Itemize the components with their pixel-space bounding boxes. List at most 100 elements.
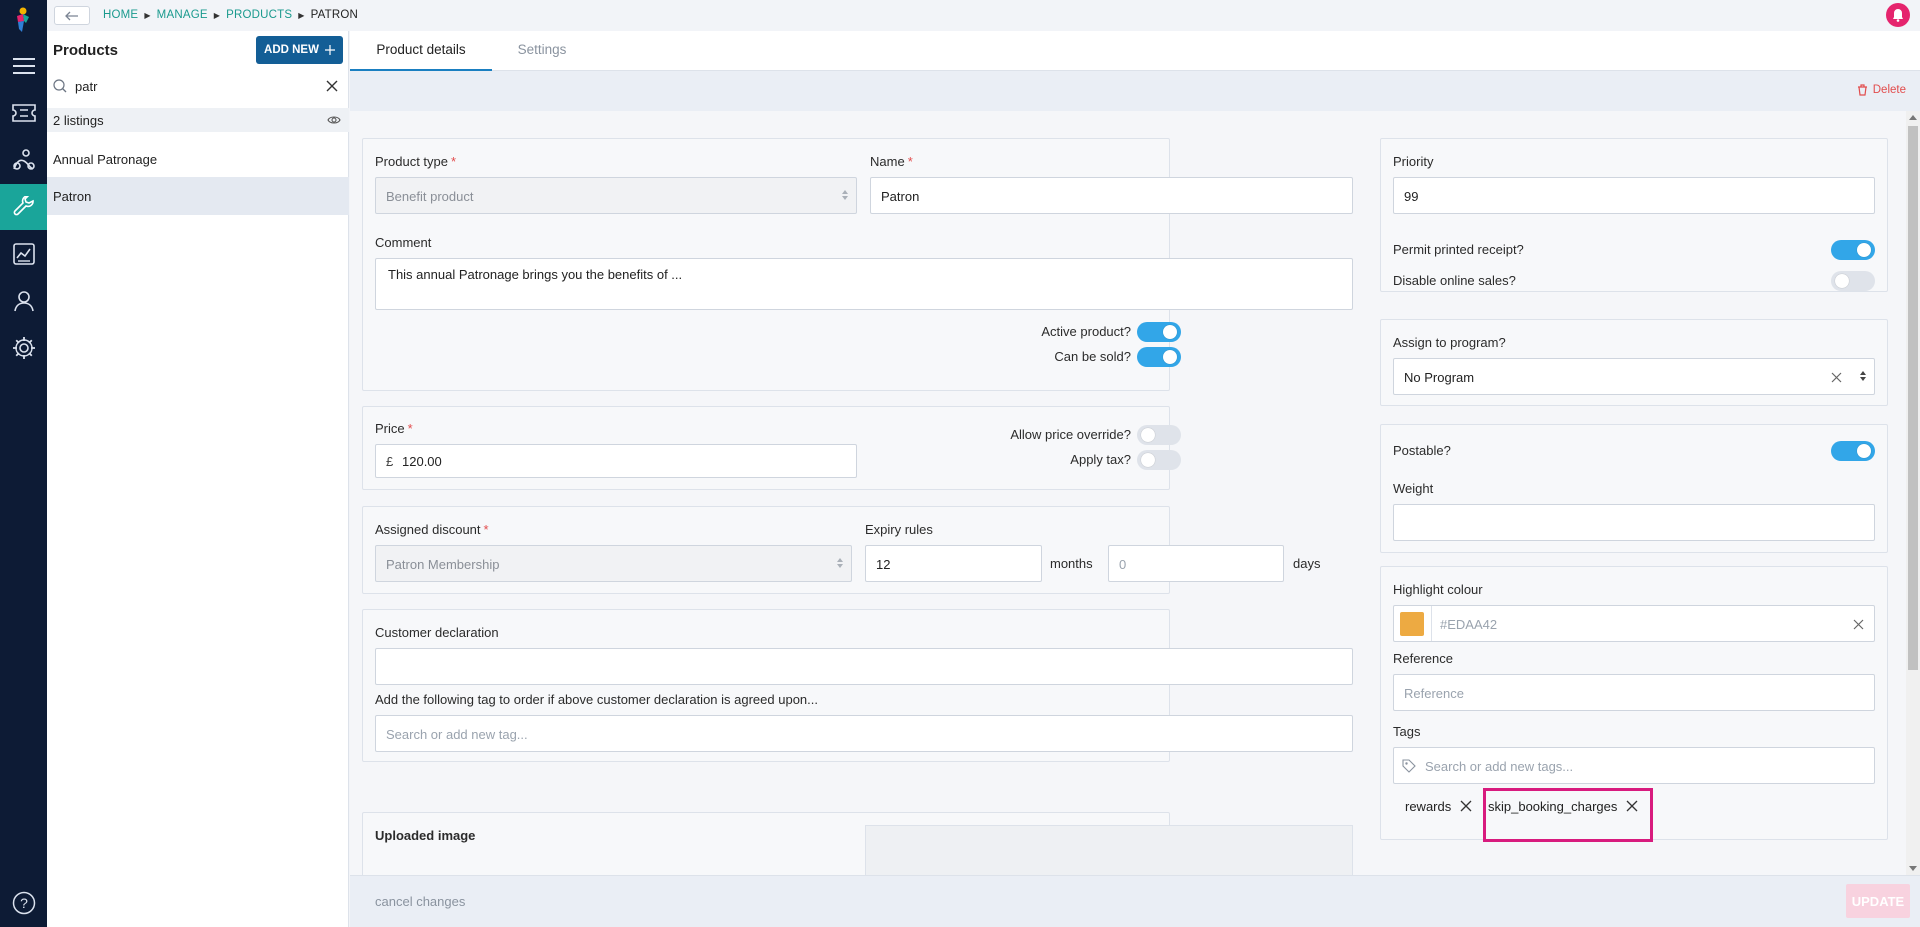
product-type-label: Product type *	[375, 154, 456, 169]
program-card: Assign to program? No Program	[1380, 319, 1888, 406]
notification-bell-icon[interactable]	[1886, 3, 1910, 27]
can-be-sold-label: Can be sold?	[1054, 349, 1131, 364]
list-header: Products ADD NEW	[47, 31, 349, 71]
tags-input[interactable]: Search or add new tags...	[1393, 747, 1875, 784]
required-marker: *	[483, 522, 489, 537]
apply-tax-toggle[interactable]	[1137, 450, 1181, 470]
search-input[interactable]	[75, 75, 305, 97]
currency-symbol: £	[386, 454, 394, 469]
reference-field[interactable]: Reference	[1393, 674, 1875, 711]
disable-online-label: Disable online sales?	[1393, 273, 1516, 288]
user-icon[interactable]	[0, 278, 47, 324]
highlight-outline	[1483, 788, 1653, 842]
assign-program-value: No Program	[1404, 370, 1475, 385]
apply-tax-label: Apply tax?	[1070, 452, 1131, 467]
discount-card: Assigned discount * Patron Membership Exp…	[362, 506, 1320, 594]
clear-program-icon[interactable]	[1831, 372, 1842, 383]
expiry-days-placeholder: 0	[1119, 557, 1127, 572]
trash-icon	[1857, 84, 1867, 96]
scroll-down-icon[interactable]	[1909, 866, 1917, 871]
tag-chip: rewards	[1405, 795, 1472, 817]
permit-receipt-toggle[interactable]	[1831, 240, 1875, 260]
activity-icon[interactable]	[0, 137, 47, 183]
image-dropzone[interactable]	[865, 825, 1353, 875]
priority-label: Priority	[1393, 154, 1434, 169]
clear-colour-icon[interactable]	[1853, 619, 1864, 630]
scroll-thumb[interactable]	[1908, 126, 1918, 670]
priority-value: 99	[1404, 189, 1419, 204]
back-button[interactable]	[54, 6, 90, 25]
highlight-colour-label: Highlight colour	[1393, 582, 1483, 597]
tag-on-agree-label: Add the following tag to order if above …	[375, 692, 818, 707]
expiry-months-field[interactable]: 12	[865, 545, 1042, 582]
divider	[1431, 606, 1432, 641]
scroll-up-icon[interactable]	[1909, 115, 1917, 120]
name-label: Name *	[870, 154, 913, 169]
weight-field[interactable]	[1393, 504, 1875, 541]
list-item-selected[interactable]: Patron	[47, 177, 349, 215]
cancel-changes-button[interactable]: cancel changes	[375, 894, 465, 909]
comment-textarea[interactable]	[375, 258, 1353, 310]
disable-online-toggle[interactable]	[1831, 271, 1875, 291]
expiry-months-value: 12	[876, 557, 891, 572]
add-new-button[interactable]: ADD NEW	[256, 36, 343, 64]
comment-label: Comment	[375, 235, 432, 250]
required-marker: *	[407, 421, 413, 436]
assign-program-select[interactable]: No Program	[1393, 358, 1875, 395]
toggle-knob	[1857, 444, 1871, 458]
product-type-value: Benefit product	[386, 189, 474, 204]
remove-tag-icon[interactable]	[1460, 800, 1472, 812]
clear-search-icon[interactable]	[326, 80, 338, 92]
product-type-label-text: Product type	[375, 154, 448, 169]
expiry-rules-label: Expiry rules	[865, 522, 933, 537]
price-card: Price * £ 120.00 Allow price override? Ap…	[362, 406, 1181, 490]
allow-price-override-label: Allow price override?	[1010, 427, 1131, 442]
tab-product-details[interactable]: Product details	[350, 31, 492, 71]
breadcrumb-products[interactable]: PRODUCTS	[226, 9, 292, 21]
price-field[interactable]: £ 120.00	[375, 444, 857, 478]
breadcrumb-separator-icon: ▶	[298, 10, 305, 20]
permit-receipt-label: Permit printed receipt?	[1393, 242, 1524, 257]
list-item[interactable]: Annual Patronage	[47, 140, 349, 178]
tabs-bar: Product details Settings	[350, 31, 1920, 71]
content-scrollbar[interactable]	[1906, 111, 1920, 875]
can-be-sold-toggle[interactable]	[1137, 347, 1181, 367]
settings-icon[interactable]	[0, 325, 47, 371]
delete-button[interactable]: Delete	[1857, 84, 1906, 96]
name-field[interactable]: Patron	[870, 177, 1353, 214]
customer-declaration-field[interactable]	[375, 648, 1353, 685]
reference-placeholder: Reference	[1404, 686, 1464, 701]
breadcrumb-home[interactable]: HOME	[103, 9, 138, 21]
select-arrows-icon	[1860, 371, 1866, 381]
tab-settings[interactable]: Settings	[492, 31, 592, 71]
tag-on-agree-placeholder: Search or add new tag...	[386, 727, 528, 742]
add-new-label: ADD NEW	[264, 44, 319, 56]
weight-label: Weight	[1393, 481, 1434, 496]
product-type-select: Benefit product	[375, 177, 857, 214]
name-label-text: Name	[870, 154, 905, 169]
expiry-days-field[interactable]: 0	[1108, 545, 1284, 582]
breadcrumb-manage[interactable]: MANAGE	[157, 9, 208, 21]
ticket-icon[interactable]	[0, 90, 47, 136]
eye-icon[interactable]	[327, 115, 341, 125]
plus-icon	[324, 45, 335, 55]
report-icon[interactable]	[0, 231, 47, 277]
active-product-toggle[interactable]	[1137, 322, 1181, 342]
wrench-icon[interactable]	[0, 184, 47, 230]
assign-program-label: Assign to program?	[1393, 335, 1506, 350]
menu-icon[interactable]	[0, 43, 47, 89]
allow-price-override-toggle[interactable]	[1137, 425, 1181, 445]
update-button[interactable]: UPDATE	[1846, 884, 1910, 918]
postable-toggle[interactable]	[1831, 441, 1875, 461]
colour-swatch[interactable]	[1400, 612, 1424, 636]
help-icon[interactable]: ?	[0, 880, 47, 926]
breadcrumb: HOME ▶ MANAGE ▶ PRODUCTS ▶ PATRON	[103, 9, 358, 21]
app-logo[interactable]	[11, 5, 35, 37]
tag-on-agree-input[interactable]: Search or add new tag...	[375, 715, 1353, 752]
select-arrows-icon	[837, 558, 843, 568]
image-card: Uploaded image	[362, 812, 1353, 875]
highlight-colour-field[interactable]: #EDAA42	[1393, 605, 1875, 642]
select-arrows-icon	[842, 190, 848, 200]
postable-card: Postable? Weight	[1380, 424, 1888, 553]
priority-field[interactable]: 99	[1393, 177, 1875, 214]
